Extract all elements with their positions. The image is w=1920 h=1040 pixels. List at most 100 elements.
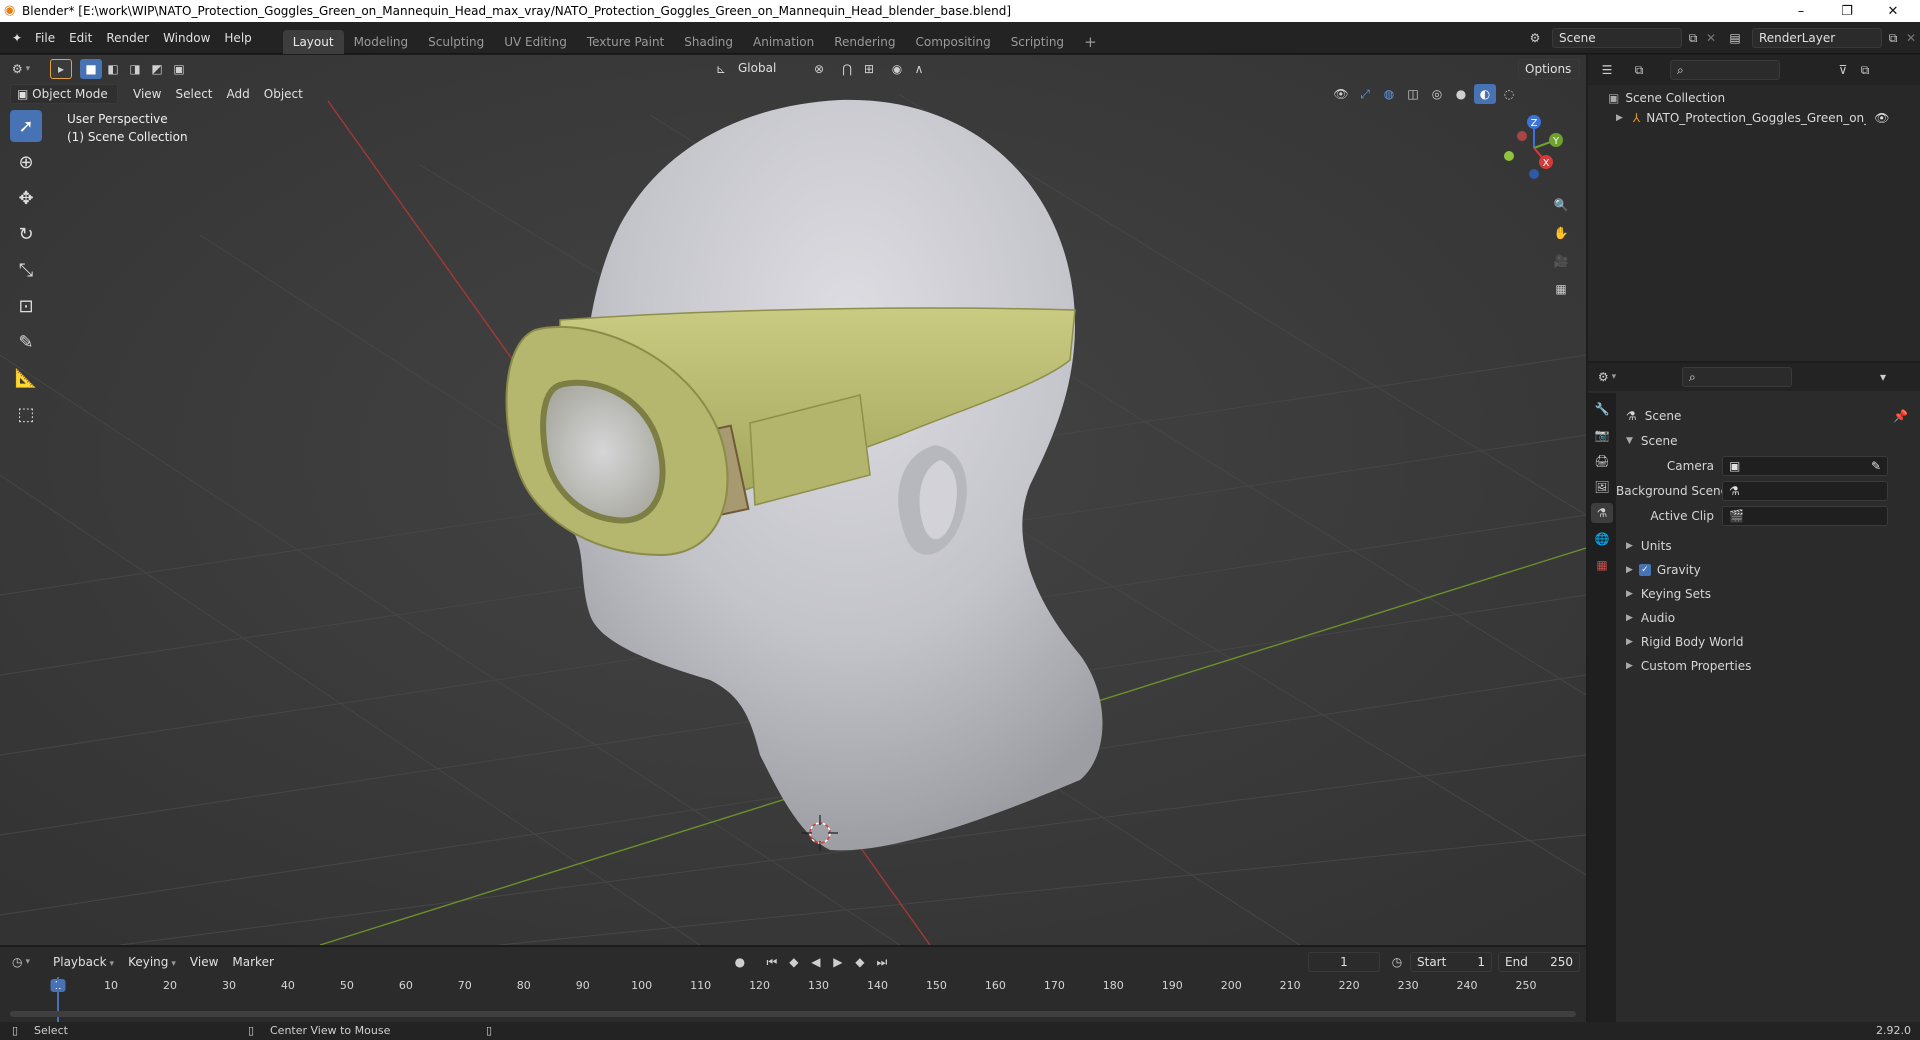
background-scene-field[interactable]: ⚗ — [1722, 481, 1888, 501]
output-tab-icon[interactable]: 🖨 — [1591, 451, 1613, 471]
wireframe-shading-icon[interactable]: ◎ — [1426, 84, 1448, 104]
zoom-icon[interactable]: 🔍 — [1550, 195, 1572, 215]
properties-search-input[interactable]: ⌕ — [1682, 367, 1792, 387]
world-tab-icon[interactable]: 🌐 — [1591, 529, 1613, 549]
viewport-menu-view[interactable]: View — [126, 83, 168, 105]
properties-editor-icon[interactable]: ⚙ ▾ — [1596, 367, 1618, 387]
camera-view-icon[interactable]: 🎥 — [1550, 251, 1572, 271]
menu-edit[interactable]: Edit — [62, 27, 99, 49]
tab-layout[interactable]: Layout — [282, 29, 344, 54]
tab-modeling[interactable]: Modeling — [344, 30, 419, 54]
properties-menu-icon[interactable]: ▾ — [1872, 367, 1894, 387]
transform-tool-icon[interactable]: ⊡ — [10, 290, 42, 322]
move-tool-icon[interactable]: ✥ — [10, 182, 42, 214]
eye-icon[interactable]: 👁 — [1874, 111, 1889, 125]
tab-compositing[interactable]: Compositing — [905, 30, 1000, 54]
snap-icon[interactable]: ⋂ — [836, 59, 858, 79]
proportional-edit-icon[interactable]: ◉ — [886, 59, 908, 79]
filter-icon[interactable]: ⊽ — [1832, 60, 1854, 80]
new-collection-icon[interactable]: ⧉ — [1854, 60, 1876, 80]
pan-hand-icon[interactable]: ✋ — [1550, 223, 1572, 243]
viewport-menu-select[interactable]: Select — [168, 83, 219, 105]
scene-field[interactable]: Scene — [1552, 28, 1682, 48]
outliner-item[interactable]: ▶ ⅄ NATO_Protection_Goggles_Green_on_Man… — [1616, 108, 1916, 128]
camera-field[interactable]: ▣ ✎ — [1722, 456, 1888, 476]
tool-tab-icon[interactable]: 🔧 — [1591, 399, 1613, 419]
close-button[interactable]: ✕ — [1870, 0, 1916, 22]
annotate-tool-icon[interactable]: ✎ — [10, 326, 42, 358]
active-clip-field[interactable]: 🎬 — [1722, 506, 1888, 526]
texture-tab-icon[interactable]: ▦ — [1591, 555, 1613, 575]
editor-type-icon[interactable]: ⚙ ▾ — [10, 59, 32, 79]
menu-file[interactable]: File — [28, 27, 62, 49]
solid-shading-icon[interactable]: ● — [1450, 84, 1472, 104]
scene-tab-icon[interactable]: ⚗ — [1591, 503, 1613, 523]
viewlayer-browse-icon[interactable]: ▤ — [1724, 28, 1746, 48]
snap-target-icon[interactable]: ⊞ — [858, 59, 880, 79]
viewport-menu-object[interactable]: Object — [257, 83, 310, 105]
blender-menu-icon[interactable]: ✦ — [6, 28, 28, 48]
scene-browse-icon[interactable]: ⚙ — [1524, 28, 1546, 48]
section-units[interactable]: ▶ Units — [1616, 535, 1920, 557]
gizmo-toggle-icon[interactable]: ⤢ — [1354, 84, 1376, 104]
tab-uv-editing[interactable]: UV Editing — [494, 30, 577, 54]
pin-icon[interactable]: 📌 — [1893, 409, 1908, 423]
delete-scene-icon[interactable]: ✕ — [1700, 28, 1722, 48]
falloff-icon[interactable]: ∧ — [908, 59, 930, 79]
scale-tool-icon[interactable]: ⤡ — [10, 254, 42, 286]
scene-panel-header[interactable]: ▼ Scene — [1616, 430, 1920, 452]
pivot-icon[interactable]: ⊗ — [808, 59, 830, 79]
tab-rendering[interactable]: Rendering — [824, 30, 905, 54]
timeline-ruler[interactable]: 1102030405060708090100110120130140150160… — [0, 947, 1586, 1007]
minimize-button[interactable]: – — [1778, 0, 1824, 22]
section-rigid-body[interactable]: ▶ Rigid Body World — [1616, 631, 1920, 653]
measure-tool-icon[interactable]: 📐 — [10, 362, 42, 394]
section-keying-sets[interactable]: ▶ Keying Sets — [1616, 583, 1920, 605]
select-intersect-icon[interactable]: ▣ — [168, 59, 190, 79]
timeline-scrollbar[interactable] — [10, 1011, 1576, 1017]
select-tool-icon[interactable]: ▸ — [50, 59, 72, 79]
ortho-grid-icon[interactable]: ▦ — [1550, 279, 1572, 299]
add-workspace-icon[interactable]: + — [1074, 30, 1107, 54]
rotate-tool-icon[interactable]: ↻ — [10, 218, 42, 250]
tab-sculpting[interactable]: Sculpting — [418, 30, 494, 54]
viewport-menu-add[interactable]: Add — [220, 83, 257, 105]
3d-viewport[interactable]: ⚙ ▾ ▸ ■ ◧ ◨ ◩ ▣ ⊾ Global ⊗ ⋂ ⊞ ◉ ∧ Option… — [0, 55, 1586, 945]
orientation-icon[interactable]: ⊾ — [710, 59, 732, 79]
orientation-dropdown[interactable]: Global — [732, 59, 798, 79]
display-mode-icon[interactable]: ⧉ — [1628, 60, 1650, 80]
select-subtract-icon[interactable]: ◨ — [124, 59, 146, 79]
cursor-tool-icon[interactable]: ⊕ — [10, 146, 42, 178]
select-invert-icon[interactable]: ◩ — [146, 59, 168, 79]
outliner-search-input[interactable]: ⌕ — [1670, 60, 1780, 80]
xray-icon[interactable]: ◫ — [1402, 84, 1424, 104]
eyedropper-icon[interactable]: ✎ — [1871, 457, 1881, 475]
menu-window[interactable]: Window — [156, 27, 217, 49]
tab-shading[interactable]: Shading — [674, 30, 743, 54]
outliner-scene-collection[interactable]: ▣ Scene Collection — [1608, 88, 1725, 108]
material-shading-icon[interactable]: ◐ — [1474, 84, 1496, 104]
expand-arrow-icon[interactable]: ▶ — [1616, 113, 1623, 123]
options-dropdown[interactable]: Options — [1518, 59, 1580, 79]
section-custom-properties[interactable]: ▶ Custom Properties — [1616, 655, 1920, 677]
tab-animation[interactable]: Animation — [743, 30, 824, 54]
navigation-gizmo[interactable]: Z Y X — [1490, 110, 1570, 190]
section-audio[interactable]: ▶ Audio — [1616, 607, 1920, 629]
select-box-tool-icon[interactable]: ➚ — [10, 110, 42, 142]
menu-help[interactable]: Help — [217, 27, 258, 49]
visibility-icon[interactable]: 👁 — [1330, 84, 1352, 104]
delete-viewlayer-icon[interactable]: ✕ — [1900, 28, 1920, 48]
select-new-icon[interactable]: ■ — [80, 59, 102, 79]
rendered-shading-icon[interactable]: ◌ — [1498, 84, 1520, 104]
tab-texture-paint[interactable]: Texture Paint — [577, 30, 674, 54]
renderlayer-field[interactable]: RenderLayer — [1752, 28, 1882, 48]
viewlayer-tab-icon[interactable]: 🖼 — [1591, 477, 1613, 497]
add-cube-tool-icon[interactable]: ⬚ — [10, 398, 42, 430]
maximize-button[interactable]: ❐ — [1824, 0, 1870, 22]
select-extend-icon[interactable]: ◧ — [102, 59, 124, 79]
tab-scripting[interactable]: Scripting — [1001, 30, 1074, 54]
mode-dropdown[interactable]: ▣ Object Mode — [10, 84, 118, 104]
overlay-toggle-icon[interactable]: ◍ — [1378, 84, 1400, 104]
menu-render[interactable]: Render — [99, 27, 156, 49]
render-tab-icon[interactable]: 📷 — [1591, 425, 1613, 445]
